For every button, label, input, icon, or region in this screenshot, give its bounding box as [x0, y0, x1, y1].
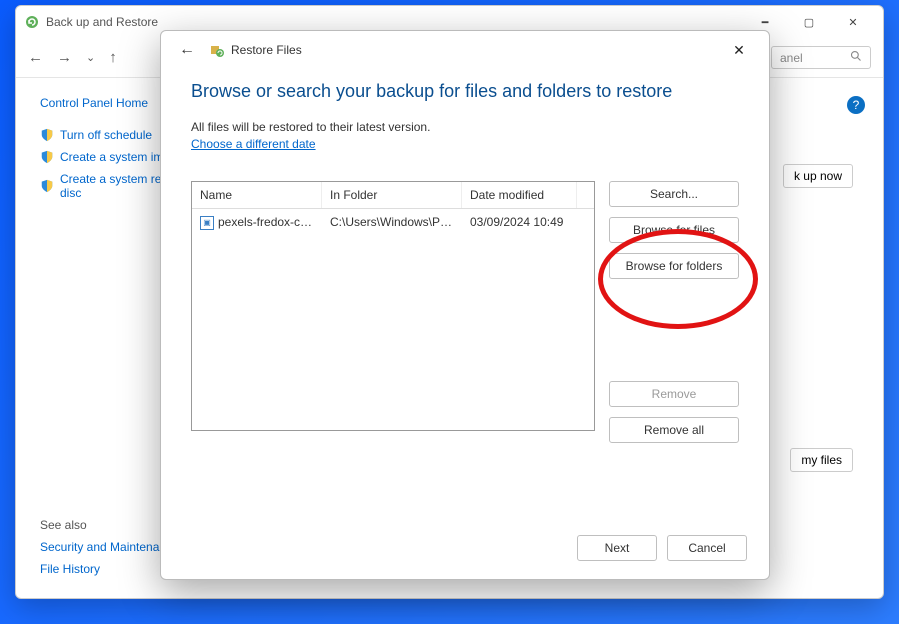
remove-button[interactable]: Remove [609, 381, 739, 407]
see-also-header: See also [40, 518, 179, 532]
modal-footer: Next Cancel [161, 521, 769, 579]
file-table[interactable]: Name In Folder Date modified ▣ pexels-fre… [191, 181, 595, 431]
sidebar-item-label: Turn off schedule [60, 128, 152, 142]
modal-titlebar: ← Restore Files ✕ [161, 31, 769, 69]
image-file-icon: ▣ [200, 216, 214, 230]
cell-folder: C:\Users\Windows\Pic... [322, 209, 462, 236]
close-icon[interactable]: ✕ [719, 35, 759, 65]
see-also-section: See also Security and Maintenance File H… [40, 510, 179, 576]
col-header-folder[interactable]: In Folder [322, 182, 462, 208]
cell-date: 03/09/2024 10:49 [462, 209, 577, 236]
restore-icon [209, 42, 225, 58]
modal-heading: Browse or search your backup for files a… [191, 81, 739, 102]
search-placeholder: anel [780, 51, 803, 65]
restore-files-dialog: ← Restore Files ✕ Browse or search your … [160, 30, 770, 580]
next-button[interactable]: Next [577, 535, 657, 561]
shield-icon [40, 128, 54, 142]
see-also-link-history[interactable]: File History [40, 562, 179, 576]
cell-name: pexels-fredox-ca... [218, 215, 317, 229]
search-button[interactable]: Search... [609, 181, 739, 207]
col-header-name[interactable]: Name [192, 182, 322, 208]
shield-icon [40, 150, 54, 164]
search-icon [850, 50, 862, 65]
nav-back-icon[interactable]: ← [28, 49, 43, 66]
search-input[interactable]: anel [771, 46, 871, 69]
col-header-date[interactable]: Date modified [462, 182, 577, 208]
remove-all-button[interactable]: Remove all [609, 417, 739, 443]
nav-up-icon[interactable]: ↑ [109, 49, 117, 66]
cancel-button[interactable]: Cancel [667, 535, 747, 561]
help-icon[interactable]: ? [847, 96, 865, 114]
modal-back-icon[interactable]: ← [171, 37, 203, 63]
backup-now-button[interactable]: k up now [783, 164, 853, 188]
table-header: Name In Folder Date modified [192, 182, 594, 209]
bg-window-title: Back up and Restore [46, 15, 158, 29]
side-button-column: Search... Browse for files Browse for fo… [609, 181, 739, 443]
backup-icon [24, 14, 40, 30]
modal-title: Restore Files [231, 43, 302, 57]
choose-date-link[interactable]: Choose a different date [191, 137, 316, 151]
nav-forward-icon[interactable]: → [57, 49, 72, 66]
maximize-button[interactable]: ▢ [787, 8, 831, 36]
modal-subtitle: All files will be restored to their late… [191, 120, 739, 134]
table-row[interactable]: ▣ pexels-fredox-ca... C:\Users\Windows\Pi… [192, 209, 594, 236]
browse-files-button[interactable]: Browse for files [609, 217, 739, 243]
restore-my-files-button[interactable]: my files [790, 448, 853, 472]
close-bg-button[interactable]: ✕ [831, 8, 875, 36]
chevron-down-icon[interactable]: ⌄ [86, 51, 95, 64]
see-also-link-security[interactable]: Security and Maintenance [40, 540, 179, 554]
browse-folders-button[interactable]: Browse for folders [609, 253, 739, 279]
shield-icon [40, 179, 54, 193]
